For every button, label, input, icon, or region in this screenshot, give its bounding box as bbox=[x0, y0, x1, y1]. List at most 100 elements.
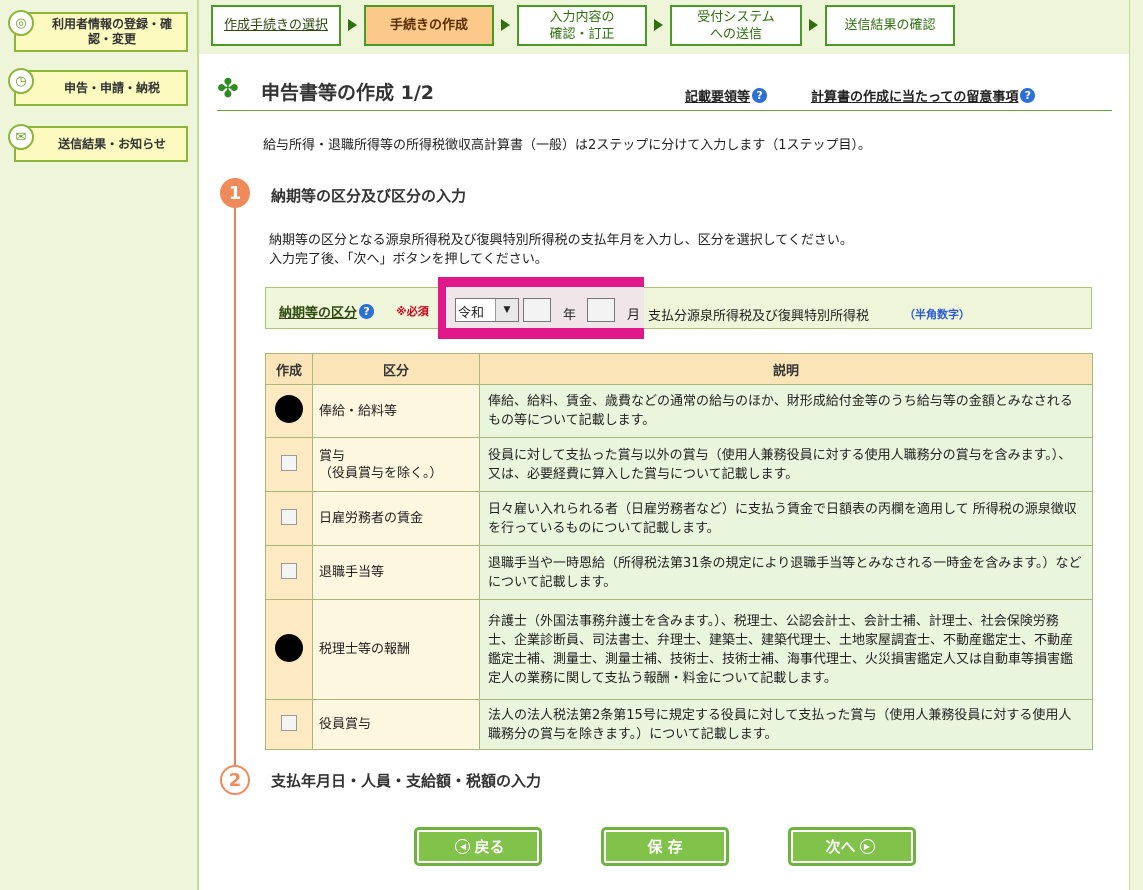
timeline-line bbox=[234, 200, 236, 770]
year-unit: 年 bbox=[563, 308, 577, 323]
intro-text: 給与所得・退職所得等の所得税徴収高計算書（一般）は2ステップに分けて入力します（… bbox=[263, 138, 872, 153]
step-select-procedure[interactable]: 作成手続きの選択 bbox=[211, 5, 341, 46]
description-cell: 日々雇い入れられる者（日雇労務者など）に支払う賃金で日額表の丙欄を適用して 所得… bbox=[479, 491, 1093, 546]
back-button-label: 戻る bbox=[474, 838, 505, 856]
period-label-text: 納期等の区分 bbox=[279, 306, 358, 321]
sidebar-item-label: 申告・申請・納税 bbox=[63, 80, 160, 95]
next-button[interactable]: 次へ ▶ bbox=[788, 827, 916, 866]
kubun-cell: 役員賞与 bbox=[312, 699, 480, 750]
kubun-label: 日雇労務者の賃金 bbox=[319, 511, 424, 526]
kubun-cell: 退職手当等 bbox=[312, 545, 480, 600]
step-arrow-icon bbox=[501, 19, 510, 31]
period-label[interactable]: 納期等の区分? bbox=[279, 302, 375, 321]
section-description: 納期等の区分となる源泉所得税及び復興特別所得税の支払年月を入力し、区分を選択して… bbox=[269, 231, 853, 269]
step-check-result: 送信結果の確認 bbox=[825, 5, 955, 46]
selected-dot-icon[interactable] bbox=[275, 395, 303, 423]
table-row: 日雇労務者の賃金 日々雇い入れられる者（日雇労務者など）に支払う賃金で日額表の丙欄… bbox=[265, 491, 1093, 546]
table-row: 税理士等の報酬 弁護士（外国法事務弁護士を含みます。）、税理士、公認会計士、会計士… bbox=[265, 599, 1093, 700]
column-header-description: 説明 bbox=[479, 353, 1093, 385]
right-edge-bar bbox=[1129, 0, 1143, 890]
sidebar-item-filing[interactable]: ◷ 申告・申請・納税 bbox=[8, 68, 188, 106]
chevron-down-icon[interactable]: ▼ bbox=[495, 299, 518, 321]
era-select-value: 令和 bbox=[458, 306, 485, 321]
clock-icon: ◷ bbox=[8, 68, 34, 94]
table-row: 賞与 （役員賞与を除く。） 役員に対して支払った賞与以外の賞与（使用人兼務役員に対… bbox=[265, 437, 1093, 492]
sidebar-item-user-info[interactable]: ◎ 利用者情報の登録・確認・変更 bbox=[8, 10, 188, 52]
make-cell bbox=[265, 437, 313, 492]
back-arrow-icon: ◀ bbox=[455, 839, 471, 854]
kubun-label: 役員賞与 bbox=[319, 717, 372, 732]
description-cell: 弁護士（外国法事務弁護士を含みます。）、税理士、公認会計士、会計士補、計理士、社… bbox=[479, 599, 1093, 700]
help-link-label: 記載要領等 bbox=[685, 90, 751, 105]
row-checkbox[interactable] bbox=[281, 714, 297, 731]
kubun-label: 俸給・給料等 bbox=[319, 403, 398, 419]
row-checkbox[interactable] bbox=[281, 508, 297, 525]
period-suffix: 支払分源泉所得税及び復興特別所得税 bbox=[648, 309, 870, 324]
clover-icon: ✤ bbox=[217, 74, 239, 104]
section-title-2: 支払年月日・人員・支給額・税額の入力 bbox=[271, 772, 542, 790]
step-arrow-icon bbox=[809, 19, 818, 31]
era-select[interactable]: 令和 ▼ bbox=[455, 298, 519, 322]
step-create-procedure: 手続きの作成 bbox=[364, 5, 494, 46]
step-number-1: 1 bbox=[220, 178, 250, 208]
description-line: 納期等の区分となる源泉所得税及び復興特別所得税の支払年月を入力し、区分を選択して… bbox=[269, 233, 853, 248]
sidebar-item-label: 利用者情報の登録・確認・変更 bbox=[52, 17, 173, 46]
save-button[interactable]: 保 存 bbox=[601, 827, 729, 866]
progress-steps: 作成手続きの選択 手続きの作成 入力内容の確認・訂正 受付システムへの送信 送信… bbox=[199, 0, 1129, 54]
selected-dot-icon[interactable] bbox=[275, 633, 303, 662]
description-cell: 俸給、給料、賃金、歳費などの通常の給与のほか、財形成給付金等のうち給与等の金額と… bbox=[479, 384, 1093, 438]
kubun-label: 賞与 （役員賞与を除く。） bbox=[319, 448, 443, 481]
make-cell bbox=[265, 599, 313, 700]
step-confirm-input: 入力内容の確認・訂正 bbox=[517, 5, 647, 46]
step-arrow-icon bbox=[654, 19, 663, 31]
main-panel: 作成手続きの選択 手続きの作成 入力内容の確認・訂正 受付システムへの送信 送信… bbox=[199, 0, 1129, 890]
back-button[interactable]: ◀ 戻る bbox=[414, 827, 542, 866]
year-input[interactable] bbox=[523, 298, 551, 322]
next-arrow-icon: ▶ bbox=[859, 839, 875, 854]
page-title: 申告書等の作成 1/2 bbox=[261, 82, 434, 104]
left-sidebar: ◎ 利用者情報の登録・確認・変更 ◷ 申告・申請・納税 ✉ 送信結果・お知らせ bbox=[0, 0, 199, 890]
kubun-cell: 俸給・給料等 bbox=[312, 384, 480, 438]
sidebar-item-results[interactable]: ✉ 送信結果・お知らせ bbox=[8, 124, 188, 162]
kubun-cell: 賞与 （役員賞与を除く。） bbox=[312, 437, 480, 492]
help-icon[interactable]: ? bbox=[359, 304, 375, 319]
help-icon: ? bbox=[752, 88, 768, 103]
table-row: 退職手当等 退職手当や一時恩給（所得税法第31条の規定により退職手当等とみなされる… bbox=[265, 545, 1093, 600]
section-title-1: 納期等の区分及び区分の入力 bbox=[271, 187, 467, 205]
description-line: 入力完了後、「次へ」ボタンを押してください。 bbox=[269, 252, 548, 267]
page-header: ✤ 申告書等の作成 1/2 記載要領等? 計算書の作成に当たっての留意事項? bbox=[217, 72, 1112, 111]
row-checkbox[interactable] bbox=[281, 562, 297, 579]
make-cell bbox=[265, 384, 313, 438]
help-link-label: 計算書の作成に当たっての留意事項 bbox=[811, 90, 1019, 105]
help-icon: ? bbox=[1020, 88, 1036, 103]
description-cell: 退職手当や一時恩給（所得税法第31条の規定により退職手当等とみなされる一時金を含… bbox=[479, 545, 1093, 600]
make-cell bbox=[265, 699, 313, 750]
description-cell: 法人の法人税法第2条第15号に規定する役員に対して支払った賞与（使用人兼務役員に… bbox=[479, 699, 1093, 750]
table-header-row: 作成 区分 説明 bbox=[265, 353, 1093, 385]
make-cell bbox=[265, 545, 313, 600]
sidebar-item-label: 送信結果・お知らせ bbox=[58, 136, 166, 151]
month-input[interactable] bbox=[587, 298, 615, 322]
column-header-make: 作成 bbox=[265, 353, 313, 385]
kubun-cell: 税理士等の報酬 bbox=[312, 599, 480, 700]
mail-icon: ✉ bbox=[8, 124, 34, 150]
table-row: 役員賞与 法人の法人税法第2条第15号に規定する役員に対して支払った賞与（使用人兼… bbox=[265, 699, 1093, 750]
kubun-cell: 日雇労務者の賃金 bbox=[312, 491, 480, 546]
description-cell: 役員に対して支払った賞与以外の賞与（使用人兼務役員に対する使用人職務分の賞与を含… bbox=[479, 437, 1093, 492]
table-row: 俸給・給料等 俸給、給料、賃金、歳費などの通常の給与のほか、財形成給付金等のうち給… bbox=[265, 384, 1093, 438]
make-cell bbox=[265, 491, 313, 546]
category-table: 作成 区分 説明 俸給・給料等 俸給、給料、賃金、歳費などの通常の給与のほか、財形… bbox=[265, 353, 1093, 750]
row-checkbox[interactable] bbox=[281, 454, 297, 471]
step-arrow-icon bbox=[348, 19, 357, 31]
help-link-notes[interactable]: 計算書の作成に当たっての留意事項? bbox=[811, 86, 1036, 105]
kubun-label: 税理士等の報酬 bbox=[319, 642, 411, 657]
required-badge: ※必須 bbox=[396, 305, 429, 318]
next-button-label: 次へ bbox=[825, 838, 856, 856]
save-button-label: 保 存 bbox=[647, 838, 683, 856]
step-number-2: 2 bbox=[220, 765, 250, 795]
month-unit: 月 bbox=[627, 308, 641, 323]
kubun-label: 退職手当等 bbox=[319, 565, 385, 580]
half-width-note: （半角数字） bbox=[904, 308, 970, 321]
step-send-system: 受付システムへの送信 bbox=[670, 5, 802, 46]
help-link-guidelines[interactable]: 記載要領等? bbox=[685, 86, 768, 105]
